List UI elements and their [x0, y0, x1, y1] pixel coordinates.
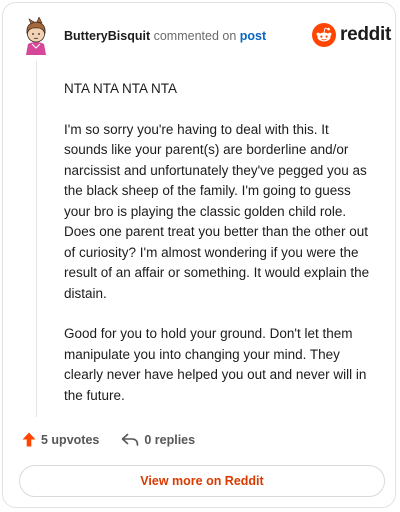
- comment-actions: 5 upvotes 0 replies: [22, 432, 195, 447]
- upvote-button[interactable]: 5 upvotes: [22, 432, 99, 447]
- thread-line: [36, 61, 37, 417]
- reply-count: 0 replies: [144, 432, 196, 447]
- reddit-logo[interactable]: reddit: [312, 23, 391, 47]
- reply-arrow-icon: [122, 433, 139, 446]
- comment-paragraph: Good for you to hold your ground. Don't …: [64, 326, 367, 403]
- reply-button[interactable]: 0 replies: [121, 433, 195, 447]
- comment-paragraph: NTA NTA NTA NTA: [64, 81, 178, 96]
- reddit-snoo-icon: [312, 23, 336, 47]
- avatar[interactable]: [21, 16, 51, 55]
- comment-body: NTA NTA NTA NTA I'm so sorry you're havi…: [64, 79, 374, 426]
- upvote-count: 5 upvotes: [41, 432, 100, 447]
- author-username[interactable]: ButteryBisquit: [64, 29, 150, 43]
- embedded-comment-card: ButteryBisquit commented on post reddit …: [2, 2, 396, 508]
- reddit-wordmark: reddit: [340, 24, 391, 45]
- avatar-icon: [26, 16, 46, 55]
- comment-paragraph: I'm so sorry you're having to deal with …: [64, 121, 370, 301]
- comment-header: ButteryBisquit commented on post: [64, 29, 266, 43]
- upvote-arrow-icon: [22, 432, 36, 447]
- post-link[interactable]: post: [240, 29, 266, 43]
- view-more-button[interactable]: View more on Reddit: [19, 465, 385, 497]
- comment-action-text: commented on: [153, 29, 237, 43]
